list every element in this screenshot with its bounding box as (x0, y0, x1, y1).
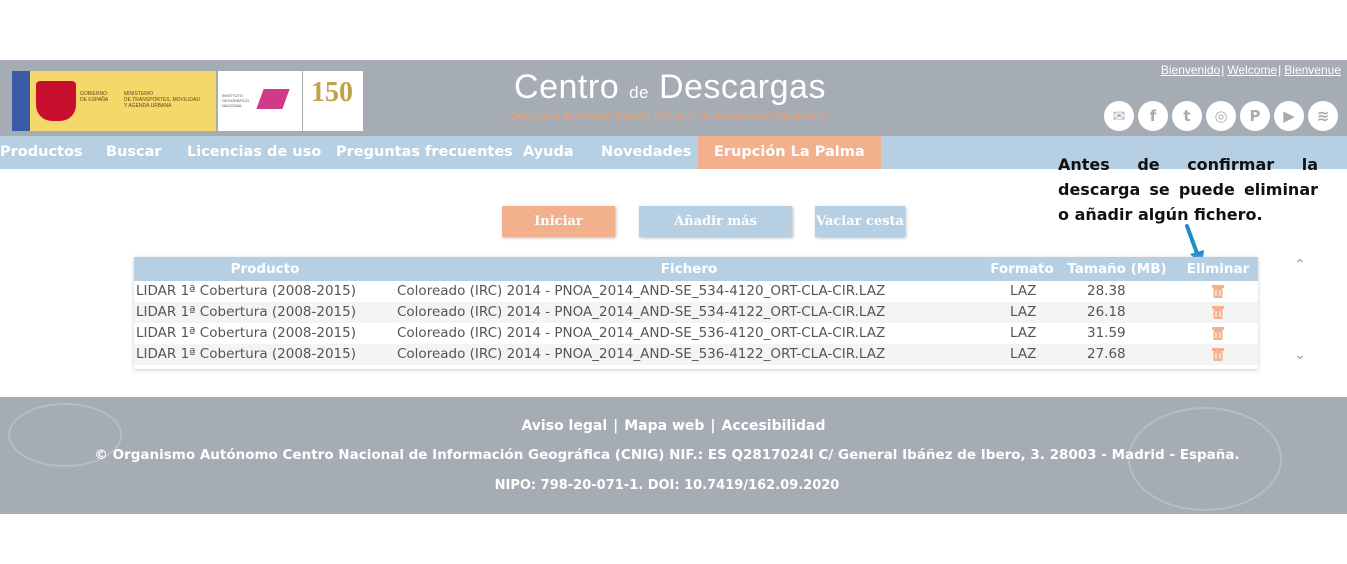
scroll-down-icon[interactable]: ⌄ (1294, 347, 1306, 363)
annotation-note: Antes de confirmar la descarga se puede … (1058, 155, 1318, 224)
trash-icon[interactable] (1212, 326, 1224, 341)
nav-item-licencias[interactable]: Licencias de uso (187, 136, 321, 169)
column-header-fichero: Fichero (660, 261, 718, 277)
cell-fichero: Coloreado (IRC) 2014 - PNOA_2014_AND-SE_… (397, 325, 886, 341)
start-download-button[interactable]: Iniciar descarga (502, 206, 615, 260)
trash-icon[interactable] (1212, 284, 1224, 299)
column-header-eliminar: Eliminar (1186, 261, 1250, 277)
ign-mark-icon (256, 89, 290, 109)
trash-icon[interactable] (1212, 347, 1224, 362)
footer-links: Aviso legal | Mapa web | Accesibilidad (521, 418, 826, 434)
footer-link-mapa-web[interactable]: Mapa web (624, 418, 704, 434)
site-title-de: de (629, 83, 649, 102)
facebook-icon[interactable]: f (1138, 101, 1168, 131)
nav-item-productos[interactable]: Productos (0, 136, 83, 169)
download-cart-table: Producto Fichero Formato Tamaño (MB) Eli… (134, 257, 1258, 369)
lang-fr-link[interactable]: Bienvenue (1284, 63, 1341, 77)
column-header-tamano: Tamaño (MB) (1067, 261, 1167, 277)
ign-logo[interactable]: INSTITUTO GEOGRÁFICO NACIONAL (218, 71, 302, 131)
table-header: Producto Fichero Formato Tamaño (MB) Eli… (134, 257, 1258, 281)
language-selector: Bienvenido| Welcome| Bienvenue (1160, 63, 1341, 77)
footer-nipo: NIPO: 798-20-071-1. DOI: 10.7419/162.09.… (494, 478, 840, 493)
anniversary-number: 150 (311, 77, 353, 108)
trash-icon[interactable] (1212, 305, 1224, 320)
site-title[interactable]: Centro de Descargas (470, 68, 870, 107)
cell-producto: LIDAR 1ª Cobertura (2008-2015) (136, 325, 357, 341)
nav-item-buscar[interactable]: Buscar (106, 136, 162, 169)
cell-tamano: 28.38 (1087, 283, 1126, 299)
footer-link-aviso-legal[interactable]: Aviso legal (521, 418, 607, 434)
cell-formato: LAZ (1010, 304, 1037, 320)
social-links: ✉ f t ◎ P ▶ ≋ (1104, 101, 1338, 133)
cell-producto: LIDAR 1ª Cobertura (2008-2015) (136, 304, 357, 320)
add-products-button[interactable]: Añadir más productos (639, 206, 792, 260)
table-row: LIDAR 1ª Cobertura (2008-2015) Coloreado… (134, 323, 1258, 344)
cell-fichero: Coloreado (IRC) 2014 - PNOA_2014_AND-SE_… (397, 304, 886, 320)
site-title-part2: Descargas (658, 68, 826, 106)
cell-producto: LIDAR 1ª Cobertura (2008-2015) (136, 346, 357, 362)
cell-formato: LAZ (1010, 325, 1037, 341)
nav-item-preguntas[interactable]: Preguntas frecuentes (336, 136, 513, 169)
table-row: LIDAR 1ª Cobertura (2008-2015) Coloreado… (134, 302, 1258, 323)
nav-item-erupcion-la-palma[interactable]: Erupción La Palma (698, 136, 881, 169)
cell-fichero: Coloreado (IRC) 2014 - PNOA_2014_AND-SE_… (397, 283, 886, 299)
cell-fichero: Coloreado (IRC) 2014 - PNOA_2014_AND-SE_… (397, 346, 886, 362)
anniversary-logo[interactable]: 150 (303, 71, 363, 131)
ministerio-text: MINISTERIO DE TRANSPORTES, MOVILIDAD Y AGE… (124, 91, 200, 109)
cell-formato: LAZ (1010, 283, 1037, 299)
cell-tamano: 26.18 (1087, 304, 1126, 320)
lang-en-link[interactable]: Welcome (1227, 63, 1277, 77)
cell-tamano: 27.68 (1087, 346, 1126, 362)
mail-icon[interactable]: ✉ (1104, 101, 1134, 131)
scroll-up-icon[interactable]: ⌃ (1294, 257, 1306, 273)
eu-flag-icon (12, 71, 30, 131)
column-header-formato: Formato (990, 261, 1054, 277)
cell-formato: LAZ (1010, 346, 1037, 362)
column-header-producto: Producto (230, 261, 300, 277)
cell-producto: LIDAR 1ª Cobertura (2008-2015) (136, 283, 357, 299)
lang-es-link[interactable]: Bienvenido (1161, 63, 1220, 77)
gobierno-ministerio-logo[interactable]: GOBIERNO DE ESPAÑA MINISTERIO DE TRANSPORT… (12, 71, 216, 131)
twitter-icon[interactable]: t (1172, 101, 1202, 131)
pinterest-icon[interactable]: P (1240, 101, 1270, 131)
empty-cart-button[interactable]: Vaciar cesta (815, 206, 905, 237)
instagram-icon[interactable]: ◎ (1206, 101, 1236, 131)
table-row: LIDAR 1ª Cobertura (2008-2015) Coloreado… (134, 344, 1258, 365)
ign-text: INSTITUTO GEOGRÁFICO NACIONAL (222, 93, 250, 108)
cell-tamano: 31.59 (1087, 325, 1126, 341)
site-title-part1: Centro (514, 68, 620, 106)
table-scrollbar[interactable]: ⌃ ⌄ (1290, 257, 1310, 367)
spain-coat-of-arms-icon (36, 81, 76, 121)
youtube-icon[interactable]: ▶ (1274, 101, 1304, 131)
footer-copyright: © Organismo Autónomo Centro Nacional de … (94, 447, 1240, 463)
site-subtitle: Organismo Autónomo Centro Nacional de In… (509, 111, 831, 122)
table-row: LIDAR 1ª Cobertura (2008-2015) Coloreado… (134, 281, 1258, 302)
rss-icon[interactable]: ≋ (1308, 101, 1338, 131)
nav-item-novedades[interactable]: Novedades (601, 136, 691, 169)
gobierno-text: GOBIERNO DE ESPAÑA (80, 91, 109, 103)
nav-item-ayuda[interactable]: Ayuda (523, 136, 574, 169)
footer-link-accesibilidad[interactable]: Accesibilidad (722, 418, 826, 434)
